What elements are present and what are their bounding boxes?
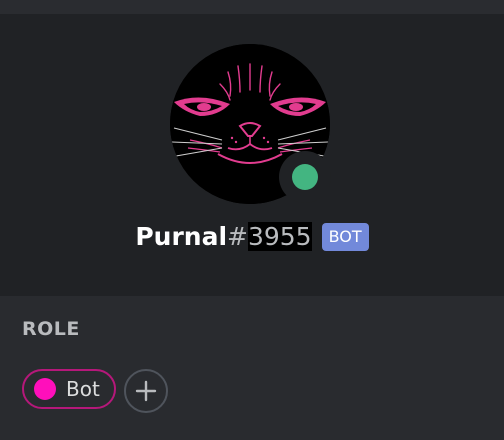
avatar-container[interactable] (170, 44, 331, 204)
name-row: Purnal#3955 BOT (0, 222, 504, 251)
bot-tag: BOT (321, 222, 369, 251)
header-strip (0, 0, 504, 14)
online-status-icon (292, 164, 318, 190)
role-color-dot[interactable] (34, 378, 56, 400)
discriminator[interactable]: #3955 (227, 222, 312, 251)
status-indicator (279, 151, 331, 203)
add-role-button[interactable] (124, 369, 168, 413)
discriminator-hash: # (227, 222, 248, 251)
role-label: Bot (66, 377, 100, 401)
roles-heading: ROLE (22, 318, 80, 340)
profile-header: Purnal#3955 BOT (0, 0, 504, 296)
username[interactable]: Purnal (135, 222, 227, 251)
discriminator-digits: 3955 (247, 222, 312, 251)
role-pill-bot[interactable]: Bot (22, 369, 116, 409)
user-profile-popout: Purnal#3955 BOT ROLE Bot (0, 0, 504, 440)
plus-icon (135, 380, 157, 402)
